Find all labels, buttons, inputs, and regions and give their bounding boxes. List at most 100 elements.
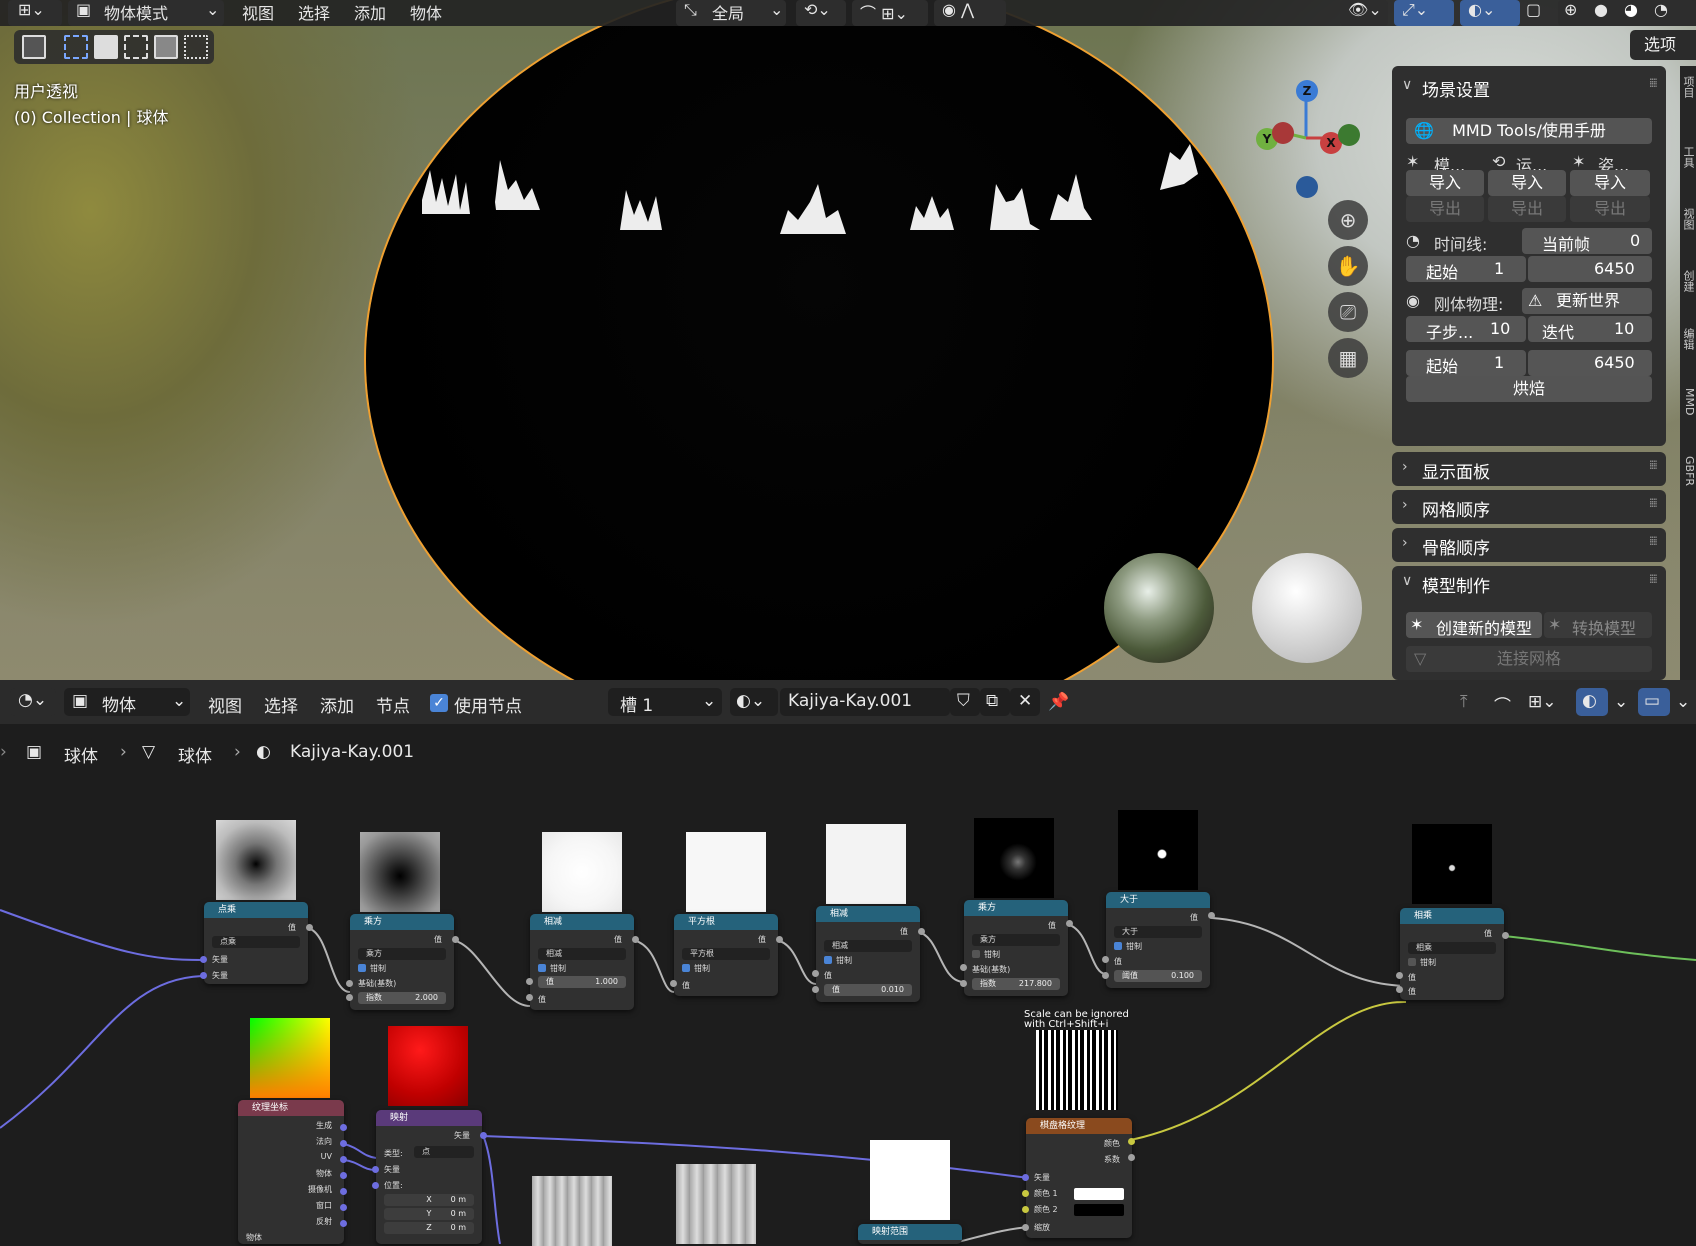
exponent-field[interactable]: 指数 2.000	[358, 992, 446, 1004]
tab-view[interactable]: 视图	[1680, 208, 1696, 230]
timeline-end-field[interactable]: 6450	[1528, 256, 1652, 282]
operation-dropdown[interactable]: 相乘	[1408, 942, 1496, 954]
socket[interactable]	[340, 1188, 347, 1195]
material-browse-button[interactable]: ◐⌄	[730, 688, 778, 716]
socket[interactable]	[1022, 1190, 1029, 1197]
socket[interactable]	[960, 980, 967, 987]
proportional-edit[interactable]: ◉ ⋀	[934, 0, 1006, 26]
socket[interactable]	[480, 1132, 487, 1139]
value-field[interactable]: 值 1.000	[538, 976, 626, 988]
node-multiply[interactable]: 相乘 值 相乘 钳制 值 值	[1400, 908, 1504, 1000]
socket[interactable]	[1128, 1138, 1135, 1145]
socket[interactable]	[960, 964, 967, 971]
node-texture-coordinate[interactable]: 纹理坐标 生成 法向 UV 物体 摄像机 窗口 反射 物体	[238, 1100, 344, 1244]
clamp-checkbox[interactable]	[824, 956, 832, 964]
clamp-checkbox[interactable]	[1114, 942, 1122, 950]
operation-dropdown[interactable]: 乘方	[358, 948, 446, 960]
mode-selector[interactable]: ▣ 物体模式 ⌄	[68, 0, 224, 26]
socket[interactable]	[812, 970, 819, 977]
overlay-toggle[interactable]: ◐	[1576, 688, 1608, 716]
operation-dropdown[interactable]: 相减	[824, 940, 912, 952]
mesh-order-header[interactable]: › 网格顺序 ⁞⁞⁞⁞	[1392, 490, 1666, 524]
parent-node-icon[interactable]: ⤒	[1460, 692, 1468, 712]
snap-icon[interactable]: ⌒	[1494, 692, 1511, 717]
use-nodes-checkbox[interactable]: ✓	[430, 694, 448, 712]
value-field[interactable]: 值 0.010	[824, 984, 912, 996]
node-title[interactable]: 乘方	[350, 914, 454, 930]
menu-select[interactable]: 选择	[264, 692, 298, 717]
solid-shading-icon[interactable]: ●	[1594, 0, 1608, 19]
zoom-icon[interactable]: ⊕	[1328, 200, 1368, 240]
backdrop-toggle[interactable]: ▭	[1638, 688, 1670, 716]
tab-edit[interactable]: 编辑	[1680, 328, 1696, 350]
bone-order-header[interactable]: › 骨骼顺序 ⁞⁞⁞⁞	[1392, 528, 1666, 562]
clamp-checkbox[interactable]	[682, 964, 690, 972]
unlink-material-button[interactable]: ✕	[1010, 688, 1040, 716]
socket[interactable]	[346, 994, 353, 1001]
options-dropdown[interactable]: 选项 ⌄	[1630, 30, 1696, 60]
socket[interactable]	[1102, 972, 1109, 979]
import-motion-button[interactable]: 导入	[1488, 170, 1566, 196]
menu-object[interactable]: 物体	[410, 0, 442, 24]
slot-selector[interactable]: 槽 1 ⌄	[608, 688, 722, 716]
clamp-checkbox[interactable]	[1408, 958, 1416, 966]
current-frame-field[interactable]: 当前帧 0	[1522, 228, 1652, 254]
socket[interactable]	[632, 936, 639, 943]
tab-gbfr[interactable]: GBFR	[1680, 456, 1696, 486]
mmd-manual-button[interactable]: 🌐 MMD Tools/使用手册	[1406, 118, 1652, 144]
bake-button[interactable]: 烘焙	[1406, 376, 1652, 402]
socket[interactable]	[1022, 1174, 1029, 1181]
node-title[interactable]: 乘方	[964, 900, 1068, 916]
node-map-range[interactable]: 映射范围	[858, 1224, 962, 1244]
socket[interactable]	[1208, 912, 1215, 919]
tab-mmd[interactable]: MMD	[1680, 388, 1696, 415]
socket[interactable]	[526, 994, 533, 1001]
snap-target-icon[interactable]: ⊞⌄	[1528, 692, 1557, 712]
menu-select[interactable]: 选择	[298, 0, 330, 24]
rigid-end-field[interactable]: 6450	[1528, 350, 1652, 376]
socket[interactable]	[200, 956, 207, 963]
menu-view[interactable]: 视图	[242, 0, 274, 24]
import-pose-button[interactable]: 导入	[1570, 170, 1650, 196]
node-title[interactable]: 相乘	[1400, 908, 1504, 924]
wireframe-shading-icon[interactable]: ⊕	[1564, 0, 1577, 19]
node-subtract-2[interactable]: 相减 值 相减 钳制 值 值 0.010	[816, 906, 920, 1002]
node-square-root[interactable]: 平方根 值 平方根 钳制 值	[674, 914, 778, 996]
node-subtract-1[interactable]: 相减 值 相减 钳制 值 1.000 值	[530, 914, 634, 1010]
display-panel-header[interactable]: › 显示面板 ⁞⁞⁞⁞	[1392, 452, 1666, 486]
snap-selector[interactable]: ⌒ ⊞⌄	[852, 0, 928, 26]
gizmo-neg-z[interactable]	[1296, 176, 1318, 198]
xray-icon[interactable]: ▢	[1526, 0, 1541, 19]
socket[interactable]	[1066, 920, 1073, 927]
socket[interactable]	[670, 980, 677, 987]
node-title[interactable]: 纹理坐标	[238, 1100, 344, 1116]
3d-viewport[interactable]: ⊞⌄ ▣ 物体模式 ⌄ 视图 选择 添加 物体 ⤡ 全局 ⌄ ⟲⌄ ⌒ ⊞⌄ ◉…	[0, 0, 1696, 680]
update-world-button[interactable]: ⚠ 更新世界	[1522, 288, 1652, 314]
breadcrumb-object[interactable]: 球体	[64, 742, 98, 767]
gizmo-neg-y[interactable]	[1272, 122, 1294, 144]
export-model-button[interactable]: 导出	[1406, 196, 1484, 222]
export-motion-button[interactable]: 导出	[1488, 196, 1566, 222]
socket[interactable]	[372, 1166, 379, 1173]
material-shading-icon[interactable]: ◕	[1624, 0, 1638, 19]
drag-grip-icon[interactable]: ⁞⁞⁞⁞	[1649, 534, 1658, 548]
menu-node[interactable]: 节点	[376, 692, 410, 717]
breadcrumb-material[interactable]: Kajiya-Kay.001	[290, 742, 414, 762]
editor-type-selector[interactable]: ◔⌄	[10, 688, 56, 716]
socket[interactable]	[1502, 932, 1509, 939]
substeps-field[interactable]: 子步... 10	[1406, 316, 1526, 342]
socket[interactable]	[1396, 986, 1403, 993]
socket[interactable]	[372, 1182, 379, 1189]
select-box-invert-icon[interactable]	[154, 35, 178, 59]
node-checker-texture[interactable]: 棋盘格纹理 颜色 系数 矢量 颜色 1 颜色 2 缩放	[1026, 1118, 1132, 1238]
tab-item[interactable]: 项目	[1680, 76, 1696, 98]
gizmo-z-axis[interactable]: Z	[1296, 80, 1318, 102]
socket[interactable]	[776, 936, 783, 943]
shading-modes[interactable]: ⊕ ● ◕ ◔	[1558, 0, 1696, 26]
iterations-field[interactable]: 迭代 10	[1528, 316, 1652, 342]
node-editor-canvas[interactable]: Scale can be ignored with Ctrl+Shift+i 点…	[0, 784, 1696, 1246]
location-x-field[interactable]: X 0 m	[384, 1194, 474, 1206]
convert-model-button[interactable]: ✶ 转换模型	[1544, 612, 1652, 638]
color1-swatch[interactable]	[1074, 1188, 1124, 1200]
operation-dropdown[interactable]: 大于	[1114, 926, 1202, 938]
